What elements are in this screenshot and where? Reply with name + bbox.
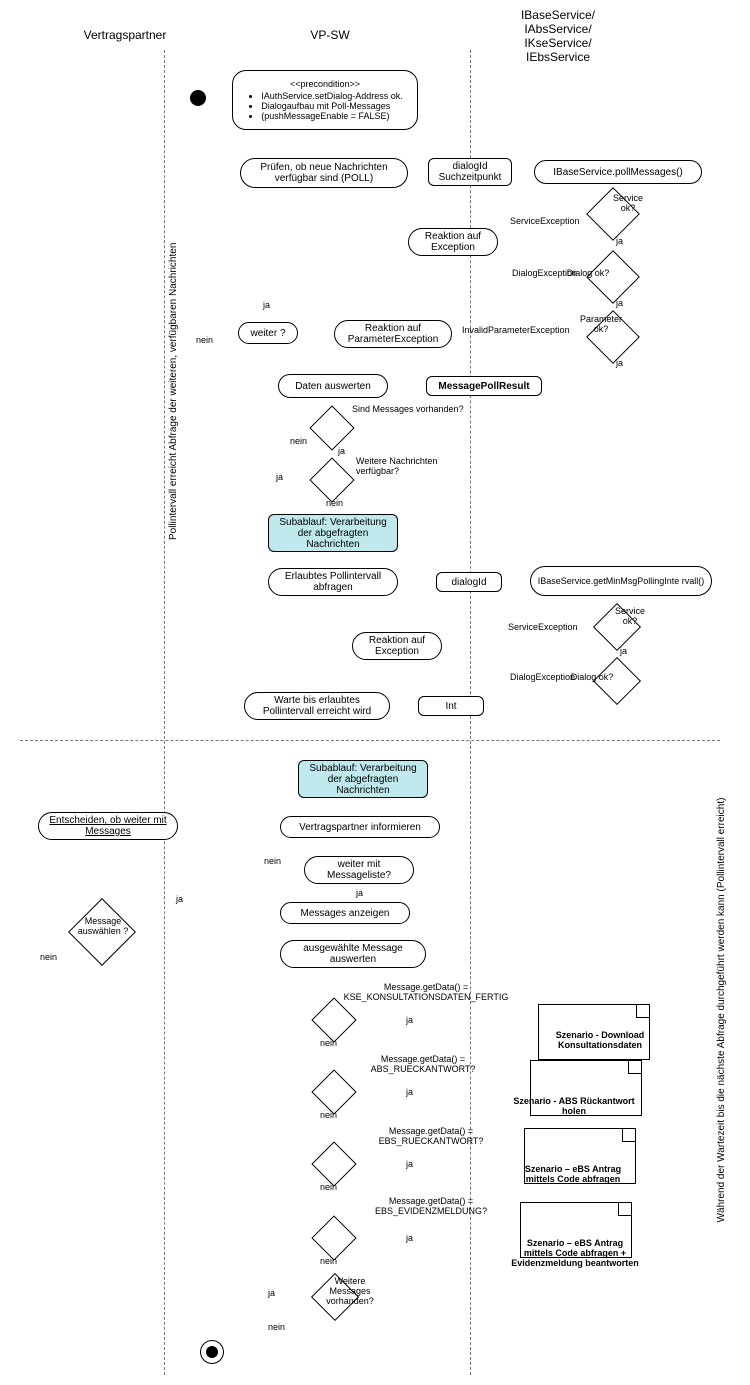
label-message-auswaehlen: Message auswählen ?: [68, 916, 138, 936]
data-dialogid: dialogId: [436, 572, 502, 592]
label-nein-c1: nein: [320, 1038, 337, 1048]
precondition-note: <<precondition>> IAuthService.setDialog-…: [232, 70, 418, 130]
label-weitere-nachrichten: Weitere Nachrichten verfügbar?: [356, 456, 466, 476]
react-paramexception: Reaktion auf ParameterException: [334, 320, 452, 348]
label-parameter-ok: Parameter ok?: [566, 314, 636, 334]
label-nein-c4: nein: [320, 1256, 337, 1266]
activity-diagram: Vertragspartner VP-SW IBaseService/ IAbs…: [0, 0, 750, 1385]
decide-continue-messages: Entscheiden, ob weiter mit Messages: [38, 812, 178, 840]
data-messagepollresult: MessagePollResult: [426, 376, 542, 396]
subflow-process-messages-2: Subablauf: Verarbeitung der abgefragten …: [298, 760, 428, 798]
label-messages-vorhanden: Sind Messages vorhanden?: [352, 404, 482, 414]
poll-check: Prüfen, ob neue Nachrichten verfügbar si…: [240, 158, 408, 188]
label-ja-wn: ja: [276, 472, 283, 482]
poll-interval-query: Erlaubtes Pollintervall abfragen: [268, 568, 398, 596]
label-nein-list: nein: [264, 856, 281, 866]
decision-ebs-rueck: [311, 1141, 356, 1186]
label-dialogexception-1: DialogException: [512, 268, 577, 278]
data-int: Int: [418, 696, 484, 716]
call-pollmessages: IBaseService.pollMessages(): [534, 160, 702, 184]
label-ja-c4: ja: [406, 1233, 413, 1243]
lane-vertragspartner: Vertragspartner: [60, 28, 190, 42]
lane-divider-1: [164, 50, 165, 1375]
label-dialogexception-2: DialogException: [510, 672, 575, 682]
label-serviceexception-2: ServiceException: [508, 622, 578, 632]
side-label-poll-loop: Pollintervall erreicht Abfrage der weite…: [168, 243, 179, 540]
label-nein-ausw: nein: [40, 952, 57, 962]
decision-weitere-nachrichten: [309, 457, 354, 502]
label-nein-wn: nein: [326, 498, 343, 508]
label-invalidparam: InvalidParameterException: [462, 325, 570, 335]
call-getminmsgpollinginterval: IBaseService.getMinMsgPollingInte rvall(…: [530, 566, 712, 596]
label-ja-mv: ja: [338, 446, 345, 456]
daten-auswerten: Daten auswerten: [278, 374, 388, 398]
label-ja-weitere: ja: [268, 1288, 275, 1298]
label-ja-weiter: ja: [263, 300, 270, 310]
react-exception-1: Reaktion auf Exception: [408, 228, 498, 256]
label-nein-mv: nein: [290, 436, 307, 446]
precondition-header: <<precondition>>: [290, 79, 360, 89]
label-ja-c3: ja: [406, 1159, 413, 1169]
section-divider: [20, 740, 720, 741]
initial-node: [190, 90, 206, 106]
lane-services: IBaseService/ IAbsService/ IKseService/ …: [498, 8, 618, 64]
decision-weiter: weiter ?: [238, 322, 298, 344]
label-ja-ausw: ja: [176, 894, 183, 904]
label-service-ok-1: Service ok?: [598, 193, 658, 213]
label-ja-svc1: ja: [616, 236, 623, 246]
label-nein-c2: nein: [320, 1110, 337, 1120]
label-ja-c2: ja: [406, 1087, 413, 1097]
label-scenario-4: Szenario – eBS Antrag mittels Code abfra…: [490, 1238, 660, 1268]
label-ja-svc2: ja: [620, 646, 627, 656]
label-cond-ebs-rueck: Message.getData() = EBS_RUECKANTWORT?: [356, 1126, 506, 1146]
label-weitere-messages: Weitere Messages vorhanden?: [310, 1276, 390, 1306]
decision-continue-messagelist: weiter mit Messageliste?: [304, 856, 414, 884]
react-exception-2: Reaktion auf Exception: [352, 632, 442, 660]
precondition-list: IAuthService.setDialog-Address ok.Dialog…: [261, 91, 403, 121]
decision-kse: [311, 997, 356, 1042]
final-node: [200, 1340, 224, 1364]
label-ja-list: ja: [356, 888, 363, 898]
side-label-waiting: Während der Wartezeit bis die nächste Ab…: [716, 770, 727, 1250]
messages-anzeigen: Messages anzeigen: [280, 902, 410, 924]
label-cond-kse: Message.getData() = KSE_KONSULTATIONSDAT…: [326, 982, 526, 1002]
label-cond-abs: Message.getData() = ABS_RUECKANTWORT?: [348, 1054, 498, 1074]
decision-messages-vorhanden: [309, 405, 354, 450]
label-ja-dlg1: ja: [616, 298, 623, 308]
wait-pollinterval: Warte bis erlaubtes Pollintervall erreic…: [244, 692, 390, 720]
inform-vertragspartner: Vertragspartner informieren: [280, 816, 440, 838]
label-ja-par: ja: [616, 358, 623, 368]
decision-ebs-evidenz: [311, 1215, 356, 1260]
lane-vpsw: VP-SW: [290, 28, 370, 42]
label-nein-c3: nein: [320, 1182, 337, 1192]
label-scenario-2: Szenario - ABS Rückantwort holen: [494, 1096, 654, 1116]
evaluate-selected-message: ausgewählte Message auswerten: [280, 940, 426, 968]
label-scenario-3: Szenario – eBS Antrag mittels Code abfra…: [498, 1164, 648, 1184]
label-cond-ebs-evidenz: Message.getData() = EBS_EVIDENZMELDUNG?: [356, 1196, 506, 1216]
label-ja-c1: ja: [406, 1015, 413, 1025]
subflow-process-messages-1: Subablauf: Verarbeitung der abgefragten …: [268, 514, 398, 552]
label-service-ok-2: Service ok?: [600, 606, 660, 626]
data-dialogid-suchzeitpunkt: dialogId Suchzeitpunkt: [428, 158, 512, 186]
decision-abs: [311, 1069, 356, 1114]
label-scenario-1: Szenario - Download Konsultationsdaten: [540, 1030, 660, 1050]
label-serviceexception-1: ServiceException: [510, 216, 580, 226]
label-nein-weiter: nein: [196, 335, 213, 345]
label-nein-weitere: nein: [268, 1322, 285, 1332]
